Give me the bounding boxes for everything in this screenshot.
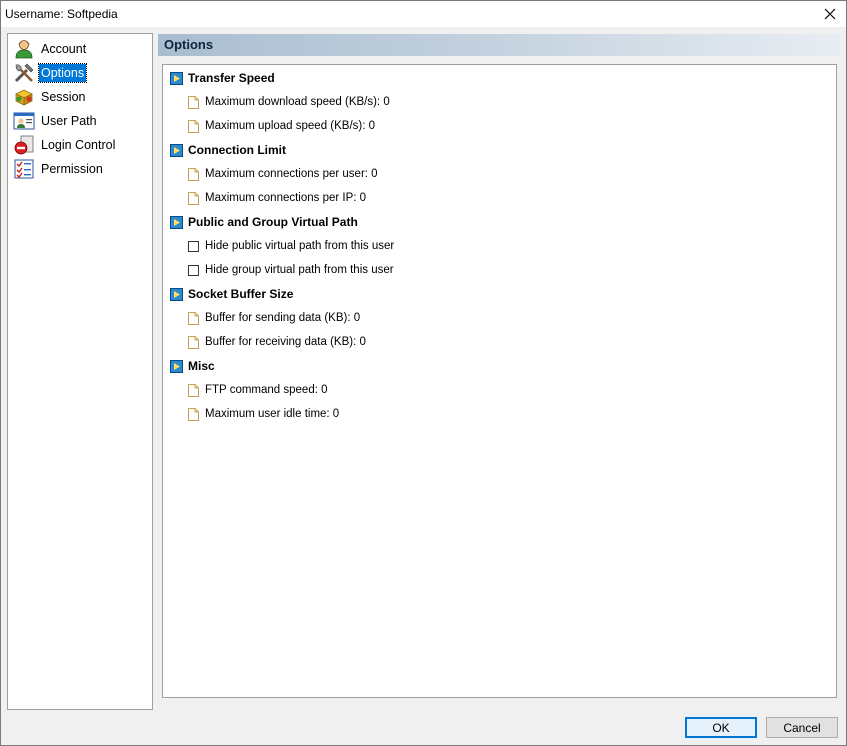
sidebar-item-login-control[interactable]: Login Control [13,133,153,157]
sidebar-item-permission[interactable]: Permission [13,157,153,181]
document-icon [188,95,199,109]
sidebar-item-session[interactable]: Session [13,85,153,109]
setting-label: Buffer for sending data (KB): 0 [205,312,361,324]
setting-max-connections-per-ip[interactable]: Maximum connections per IP: 0 [188,189,366,207]
setting-max-upload-speed[interactable]: Maximum upload speed (KB/s): 0 [188,117,375,135]
document-icon [188,311,199,325]
setting-label: Maximum user idle time: 0 [205,408,340,420]
sidebar-item-label: User Path [41,114,97,128]
section-expand-icon [170,215,183,229]
setting-label: Hide public virtual path from this user [205,240,395,252]
cancel-button[interactable]: Cancel [766,717,838,738]
sidebar-item-label: Login Control [41,138,116,152]
close-button[interactable] [814,1,846,27]
setting-label: Buffer for receiving data (KB): 0 [205,336,366,348]
section-expand-icon [170,143,183,157]
section-title: Socket Buffer Size [188,287,294,301]
section-socket-buffer-size[interactable]: Socket Buffer Size [170,285,293,303]
tools-icon [13,62,35,84]
setting-max-connections-per-user[interactable]: Maximum connections per user: 0 [188,165,378,183]
user-icon [13,38,35,60]
setting-max-download-speed[interactable]: Maximum download speed (KB/s): 0 [188,93,390,111]
sidebar-item-account[interactable]: Account [13,37,153,61]
content-header: Options [158,34,840,56]
close-icon [824,8,836,20]
setting-max-user-idle-time[interactable]: Maximum user idle time: 0 [188,405,339,423]
setting-buffer-receiving[interactable]: Buffer for receiving data (KB): 0 [188,333,366,351]
document-icon [188,167,199,181]
setting-hide-public-virtual-path[interactable]: Hide public virtual path from this user [188,237,394,255]
section-title: Public and Group Virtual Path [188,215,358,229]
setting-ftp-command-speed[interactable]: FTP command speed: 0 [188,381,328,399]
document-icon [188,335,199,349]
setting-label: Maximum connections per IP: 0 [205,192,367,204]
document-icon [188,383,199,397]
sidebar-item-label: Permission [41,162,103,176]
section-misc[interactable]: Misc [170,357,215,375]
setting-label: Maximum download speed (KB/s): 0 [205,96,390,108]
section-expand-icon [170,71,183,85]
sidebar-item-user-path[interactable]: User Path [13,109,153,133]
window-title: Username: Softpedia [5,7,118,21]
setting-hide-group-virtual-path[interactable]: Hide group virtual path from this user [188,261,394,279]
section-title: Misc [188,359,215,373]
section-title: Transfer Speed [188,71,275,85]
sidebar-item-label: Options [37,63,88,83]
page-title: Options [164,37,214,52]
setting-buffer-sending[interactable]: Buffer for sending data (KB): 0 [188,309,360,327]
sidebar-item-label: Account [41,42,87,56]
ok-button[interactable]: OK [685,717,757,738]
setting-label: Maximum connections per user: 0 [205,168,378,180]
hide-group-path-checkbox[interactable] [188,264,199,276]
setting-label: FTP command speed: 0 [205,384,328,396]
sidebar-item-label: Session [41,90,86,104]
section-title: Connection Limit [188,143,286,157]
checklist-icon [13,158,35,180]
setting-label: Maximum upload speed (KB/s): 0 [205,120,376,132]
sidebar: Account Options Session User Path Login … [7,33,153,710]
session-icon [13,86,35,108]
section-virtual-path[interactable]: Public and Group Virtual Path [170,213,358,231]
options-panel: Transfer Speed Maximum download speed (K… [162,64,837,698]
document-icon [188,407,199,421]
setting-label: Hide group virtual path from this user [205,264,394,276]
document-icon [188,191,199,205]
section-expand-icon [170,359,183,373]
sidebar-item-options[interactable]: Options [13,61,153,85]
section-connection-limit[interactable]: Connection Limit [170,141,286,159]
title-bar: Username: Softpedia [1,1,846,27]
document-icon [188,119,199,133]
folder-user-icon [13,110,35,132]
user-dialog-window: Username: Softpedia Account Options Sess… [0,0,847,746]
stop-icon [13,134,35,156]
hide-public-path-checkbox[interactable] [188,240,199,252]
section-expand-icon [170,287,183,301]
section-transfer-speed[interactable]: Transfer Speed [170,69,275,87]
